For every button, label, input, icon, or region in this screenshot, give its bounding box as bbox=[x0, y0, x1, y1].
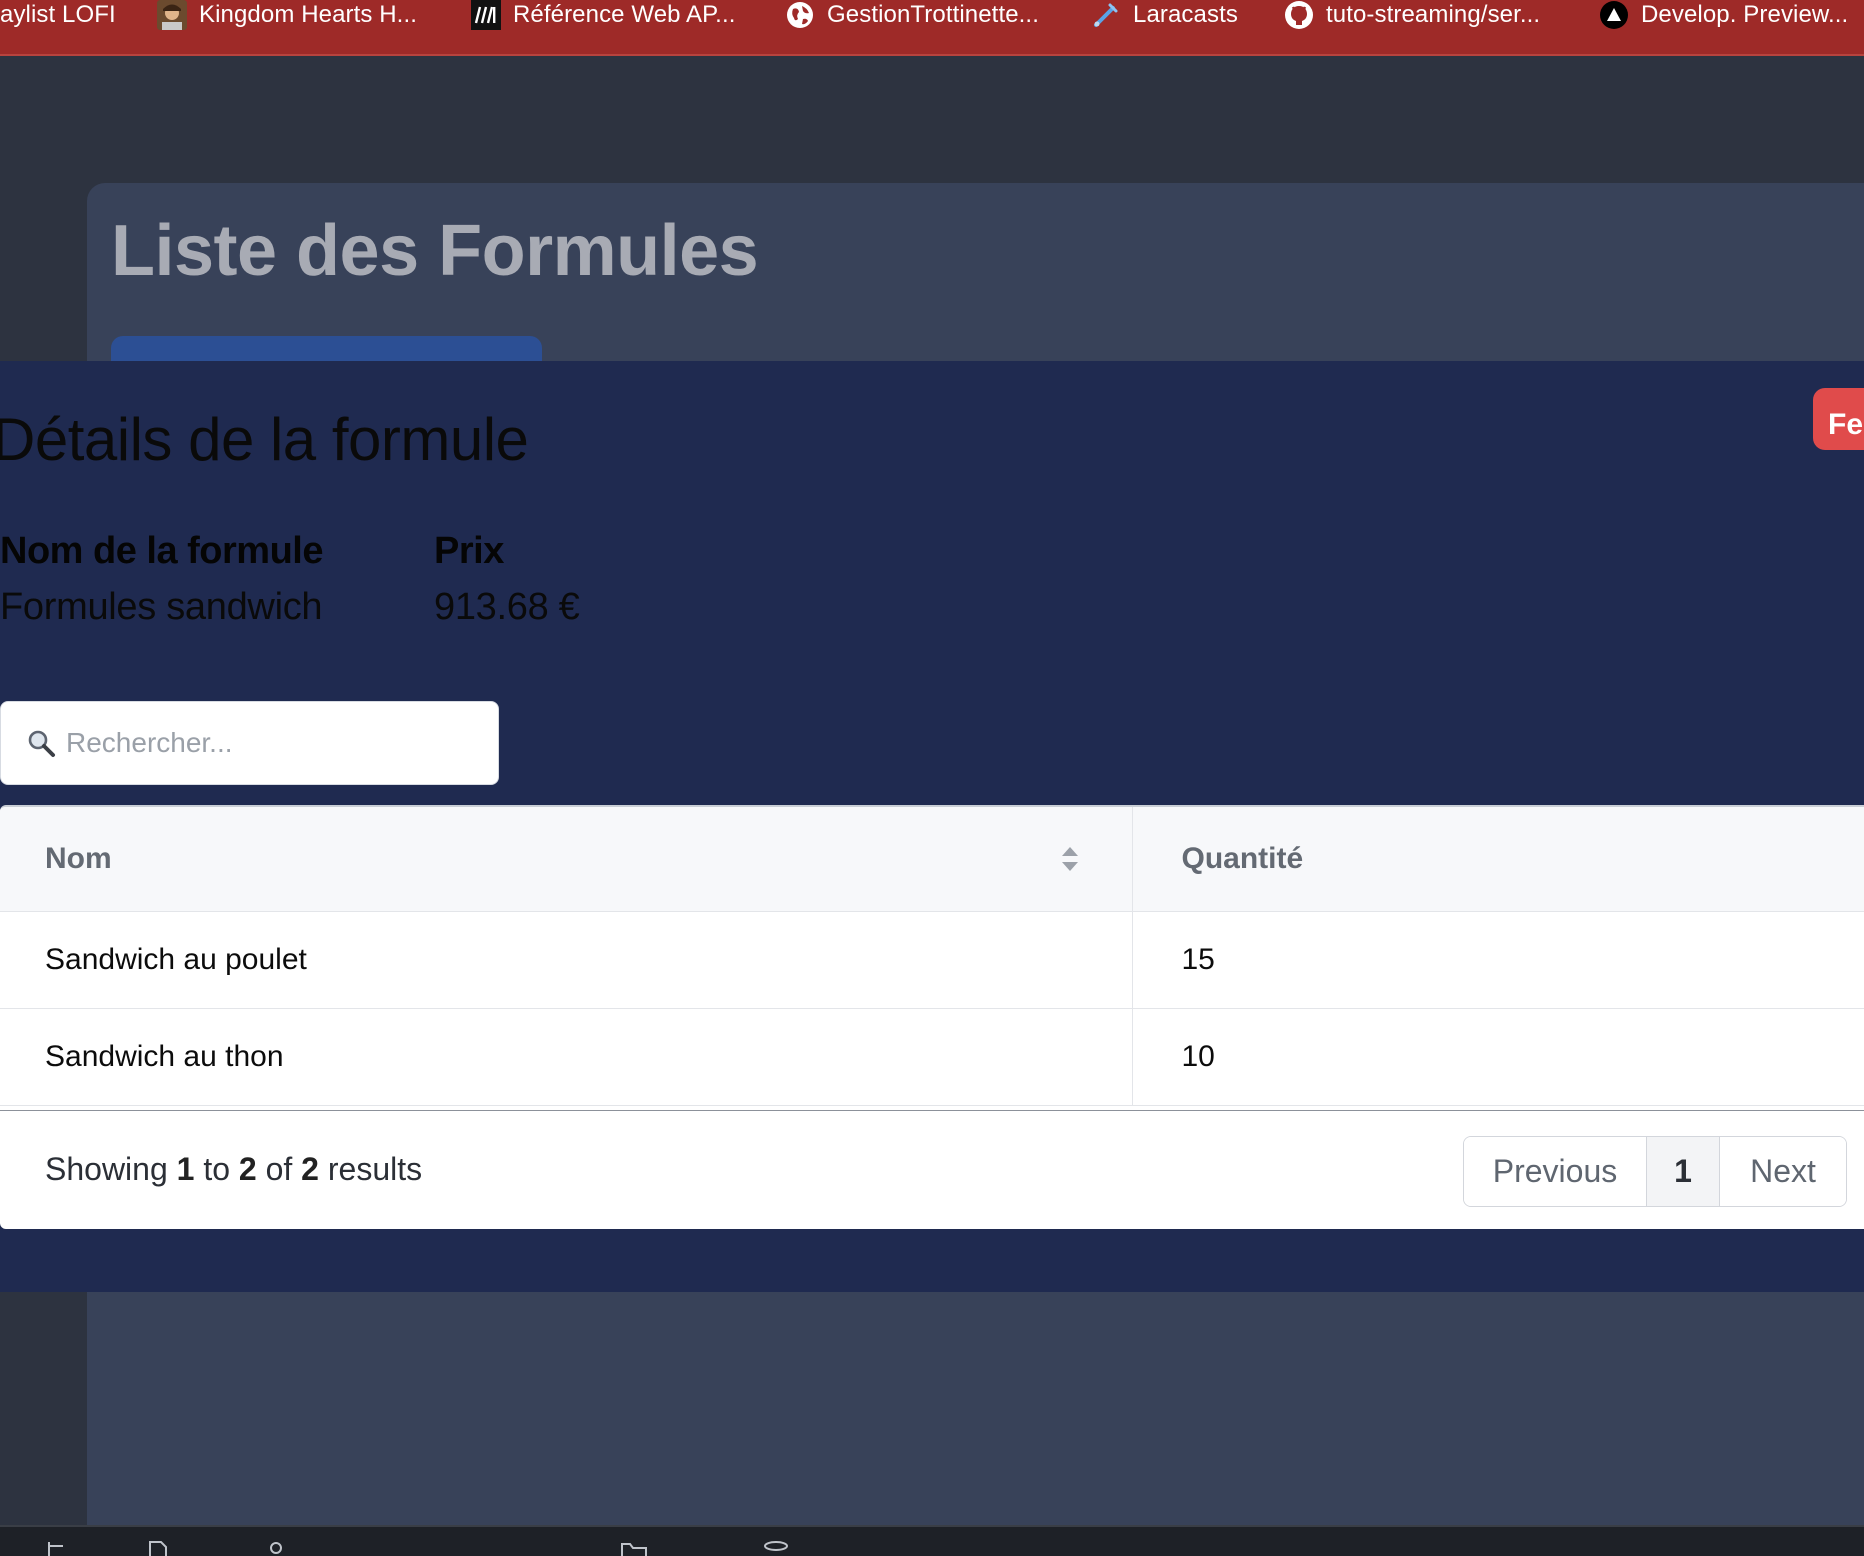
bookmark-develop-preview[interactable]: Develop. Preview... bbox=[1599, 0, 1848, 30]
bookmark-label: tuto-streaming/ser... bbox=[1326, 1, 1541, 28]
bookmark-playlist-lofi[interactable]: aylist LOFI bbox=[0, 0, 116, 30]
page-title: Liste des Formules bbox=[111, 211, 759, 291]
mdn-logo-icon bbox=[471, 0, 501, 30]
folder-icon bbox=[620, 1539, 648, 1556]
cell-nom: Sandwich au thon bbox=[0, 1008, 1133, 1106]
pagination: Previous 1 Next bbox=[1463, 1136, 1847, 1207]
bookmark-label: Laracasts bbox=[1133, 1, 1238, 28]
branch-icon bbox=[44, 1539, 68, 1556]
column-header-nom[interactable]: Nom bbox=[0, 807, 1133, 912]
cell-quantite: 15 bbox=[1132, 911, 1864, 1009]
summary-from: 1 bbox=[176, 1151, 195, 1187]
github-icon bbox=[1284, 0, 1314, 30]
bookmark-gestion-trottinette[interactable]: GestionTrottinette... bbox=[785, 0, 1039, 30]
file-icon bbox=[146, 1539, 170, 1556]
search-icon bbox=[26, 728, 56, 758]
detail-value: 913.68 € bbox=[434, 586, 580, 628]
globe-icon bbox=[785, 0, 815, 30]
column-header-label: Nom bbox=[45, 841, 112, 875]
table-row: Sandwich au poulet 15 bbox=[0, 911, 1864, 1009]
search-box[interactable] bbox=[0, 701, 499, 785]
column-header-quantite[interactable]: Quantité bbox=[1132, 807, 1864, 912]
summary-to: 2 bbox=[238, 1151, 257, 1187]
table-row: Sandwich au thon 10 bbox=[0, 1008, 1864, 1106]
summary-text: of bbox=[265, 1151, 293, 1187]
table-header-row: Nom Quantité bbox=[0, 807, 1864, 912]
bookmark-tuto-streaming[interactable]: tuto-streaming/ser... bbox=[1284, 0, 1540, 30]
bookmark-laracasts[interactable]: Laracasts bbox=[1091, 0, 1238, 30]
cell-nom: Sandwich au poulet bbox=[0, 911, 1133, 1009]
summary-text: to bbox=[203, 1151, 231, 1187]
user-icon bbox=[264, 1539, 288, 1556]
summary-text: Showing bbox=[45, 1151, 168, 1187]
table-footer: Showing 1 to 2 of 2 results Previous 1 N… bbox=[0, 1110, 1864, 1229]
avatar-icon bbox=[157, 0, 187, 30]
bookmark-label: Référence Web AP... bbox=[513, 1, 736, 28]
detail-formula-name: Nom de la formule Formules sandwich bbox=[0, 528, 324, 630]
formula-details-modal: Détails de la formule Fe Nom de la formu… bbox=[0, 361, 1864, 1292]
bookmark-label: GestionTrottinette... bbox=[827, 1, 1039, 28]
bookmarks-bar: aylist LOFI Kingdom Hearts H... Référenc… bbox=[0, 0, 1864, 56]
detail-label: Prix bbox=[434, 530, 504, 572]
background-button-partial bbox=[111, 336, 542, 364]
summary-text: results bbox=[327, 1151, 423, 1187]
bookmark-kingdom-hearts[interactable]: Kingdom Hearts H... bbox=[157, 0, 417, 30]
page-1-button[interactable]: 1 bbox=[1647, 1137, 1720, 1206]
bookmark-label: Develop. Preview... bbox=[1641, 1, 1849, 28]
detail-price: Prix 913.68 € bbox=[434, 528, 580, 630]
column-header-label: Quantité bbox=[1181, 841, 1304, 875]
database-icon bbox=[762, 1539, 790, 1556]
status-bar bbox=[0, 1525, 1864, 1556]
sort-icon[interactable] bbox=[1060, 845, 1080, 873]
ingredients-table-card: Nom Quantité Sandwich au poulet 15 Sandw… bbox=[0, 805, 1864, 1229]
next-page-button[interactable]: Next bbox=[1720, 1137, 1846, 1206]
summary-total: 2 bbox=[301, 1151, 319, 1187]
detail-label: Nom de la formule bbox=[0, 530, 324, 572]
results-summary: Showing 1 to 2 of 2 results bbox=[45, 1151, 422, 1188]
modal-title: Détails de la formule bbox=[0, 406, 529, 473]
ingredients-table: Nom Quantité Sandwich au poulet 15 Sandw… bbox=[0, 807, 1864, 1106]
bookmark-label: aylist LOFI bbox=[0, 1, 116, 28]
bookmark-label: Kingdom Hearts H... bbox=[199, 1, 417, 28]
close-button[interactable]: Fe bbox=[1813, 388, 1864, 450]
search-input[interactable] bbox=[66, 727, 466, 759]
laracasts-icon bbox=[1091, 0, 1121, 30]
previous-page-button[interactable]: Previous bbox=[1464, 1137, 1647, 1206]
detail-value: Formules sandwich bbox=[0, 586, 323, 628]
cell-quantite: 10 bbox=[1132, 1008, 1864, 1106]
triangle-logo-icon bbox=[1599, 0, 1629, 30]
bookmark-mdn[interactable]: Référence Web AP... bbox=[471, 0, 735, 30]
